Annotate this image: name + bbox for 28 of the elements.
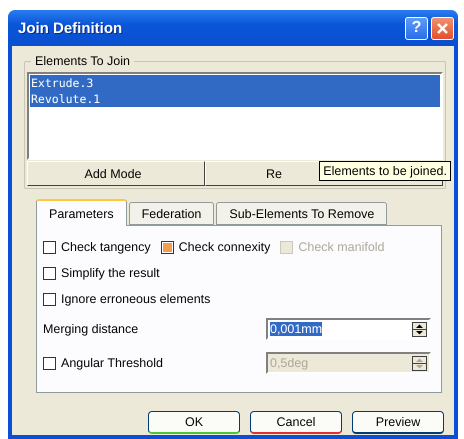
close-icon [436,22,449,34]
checkbox[interactable] [43,266,56,280]
group-label: Elements To Join [34,54,131,68]
checkbox-label: Ignore erroneous elements [61,292,210,306]
dialog-button[interactable]: Preview [352,411,444,434]
checkbox-label: Check tangency [61,240,151,254]
checkbox[interactable] [160,240,174,254]
tab[interactable]: Federation [128,202,214,225]
checkbox[interactable] [43,292,56,306]
list-item[interactable]: Extrude.3 [30,75,440,91]
spin-arrows-icon[interactable] [412,322,427,336]
dialog-button[interactable]: Cancel [250,411,342,434]
field-label: Merging distance [43,322,138,336]
close-button[interactable] [431,16,454,40]
window-title: Join Definition [18,20,122,36]
checkbox[interactable] [43,240,56,254]
input-field[interactable]: 0,001mm [266,318,431,340]
checkbox-label: Angular Threshold [61,356,163,370]
checkbox-label: Check connexity [178,240,270,254]
elements-list[interactable]: Extrude.3 Revolute.1 [27,72,443,160]
list-item[interactable]: Revolute.1 [30,91,440,107]
mode-button[interactable]: Add Mode [27,161,205,186]
tooltip: Elements to be joined. [319,161,451,181]
tab[interactable]: Parameters [36,199,127,226]
tab[interactable]: Sub-Elements To Remove [216,202,388,225]
checkbox-label: Simplify the result [61,266,160,280]
dialog-button[interactable]: OK [148,411,240,434]
checkbox-label: Check manifold [298,240,385,254]
